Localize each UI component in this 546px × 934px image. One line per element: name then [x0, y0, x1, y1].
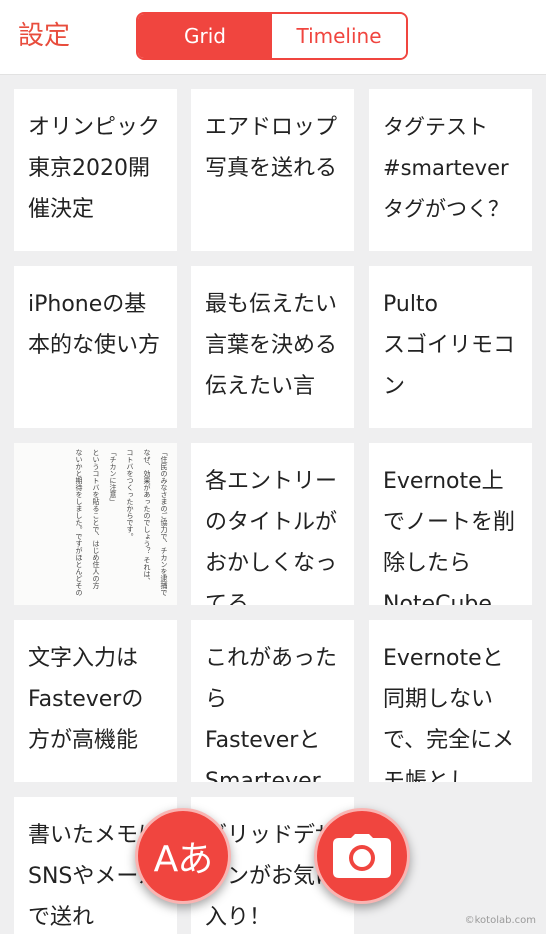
- note-tile[interactable]: これがあったら FasteverとSmartever: [191, 620, 354, 782]
- note-title: タグテスト #smartever タグがつく？: [383, 115, 509, 221]
- camera-icon: [333, 834, 391, 878]
- thumbnail-text-column: コトバをつくったからです。: [126, 449, 134, 540]
- note-tile[interactable]: iPhoneの基本的な使い方: [14, 266, 177, 428]
- note-title: iPhoneの基本的な使い方: [28, 292, 161, 358]
- text-input-fab[interactable]: Aあ: [135, 808, 231, 904]
- note-tile-image[interactable]: 「住民のみなさまのご協力で、チカンを逮捕で なぜ、効果があったのでしょう？ それは…: [14, 443, 177, 605]
- thumbnail-text-column: ないかと期待をしました。ですがほとんどその: [75, 449, 83, 596]
- note-title: これがあったら FasteverとSmartever: [205, 646, 338, 782]
- note-tile[interactable]: Evernote上でノートを削除したらNoteCube: [369, 443, 532, 605]
- note-title: エアドロップ 写真を送れる: [205, 115, 338, 181]
- note-tile[interactable]: 各エントリーのタイトルがおかしくなってる: [191, 443, 354, 605]
- note-tile[interactable]: タグテスト #smartever タグがつく？: [369, 89, 532, 251]
- document-image-thumbnail: 「住民のみなさまのご協力で、チカンを逮捕で なぜ、効果があったのでしょう？ それは…: [14, 443, 177, 605]
- note-title: 文字入力はFasteverの方が高機能: [28, 646, 144, 753]
- note-title: Evernote上でノートを削除したらNoteCube: [383, 469, 516, 605]
- header: 設定 Grid Timeline: [0, 0, 546, 75]
- settings-button[interactable]: 設定: [18, 16, 70, 56]
- note-tile[interactable]: エアドロップ 写真を送れる: [191, 89, 354, 251]
- tab-grid[interactable]: Grid: [138, 14, 272, 58]
- note-title: Evernoteと同期しないで、完全にメモ帳とし: [383, 646, 515, 782]
- thumbnail-text-column: なぜ、効果があったのでしょう？ それは、: [143, 449, 151, 584]
- note-title: オリンピック東京2020開催決定: [28, 115, 161, 222]
- note-tile[interactable]: 最も伝えたい言葉を決める 伝えたい言: [191, 266, 354, 428]
- text-input-icon: Aあ: [153, 839, 214, 880]
- thumbnail-text-column: というコトバを貼ることで、はじめ住人の方: [92, 449, 100, 590]
- note-tile[interactable]: Evernoteと同期しないで、完全にメモ帳とし: [369, 620, 532, 782]
- thumbnail-text-column: 「住民のみなさまのご協力で、チカンを逮捕で: [160, 449, 168, 596]
- note-tile[interactable]: 文字入力はFasteverの方が高機能: [14, 620, 177, 782]
- note-tile[interactable]: オリンピック東京2020開催決定: [14, 89, 177, 251]
- note-title: Pulto スゴイリモコン: [383, 292, 516, 399]
- tab-timeline[interactable]: Timeline: [272, 14, 406, 58]
- view-mode-segmented-control: Grid Timeline: [136, 12, 408, 60]
- watermark: ©kotolab.com: [464, 915, 536, 926]
- camera-fab[interactable]: [314, 808, 410, 904]
- thumbnail-text-column: 「チカンに注意」: [109, 449, 117, 505]
- note-title: 最も伝えたい言葉を決める 伝えたい言: [205, 292, 338, 399]
- note-title: 各エントリーのタイトルがおかしくなってる: [205, 469, 338, 605]
- note-tile[interactable]: Pulto スゴイリモコン: [369, 266, 532, 428]
